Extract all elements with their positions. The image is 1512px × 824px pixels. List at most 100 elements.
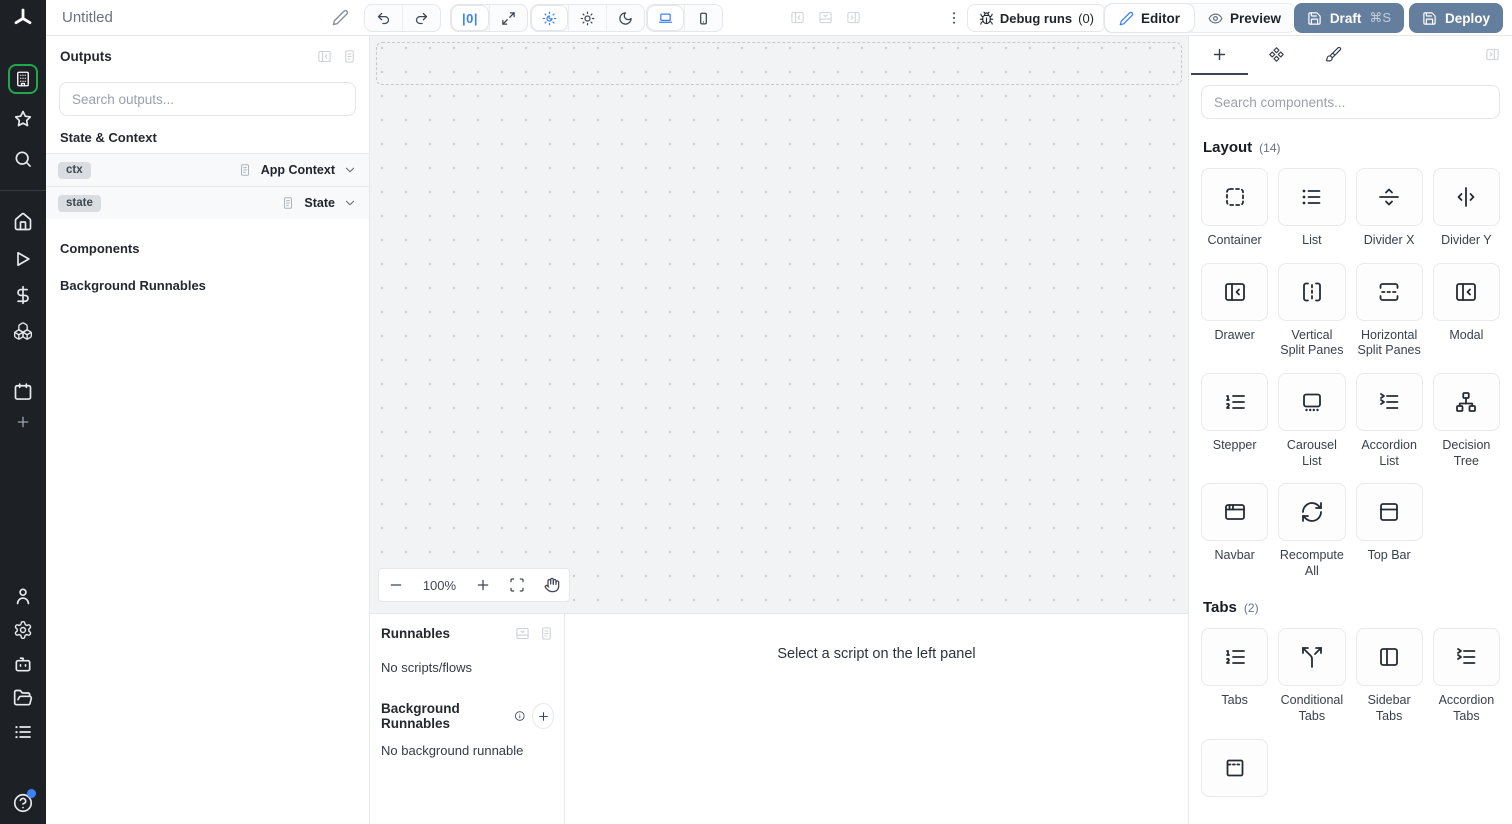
- redo-button[interactable]: [402, 5, 440, 31]
- component-tile-drawer[interactable]: Drawer: [1201, 262, 1269, 359]
- collapse-bottom-panel-icon[interactable]: [515, 626, 530, 641]
- plus-icon: [1211, 46, 1228, 63]
- draft-label: Draft: [1329, 10, 1362, 26]
- zoom-level: 100%: [422, 577, 457, 593]
- home-icon[interactable]: [13, 212, 33, 232]
- app-title: Untitled: [62, 9, 113, 26]
- workers-bot-icon[interactable]: [13, 654, 33, 674]
- divider-x-icon: [1377, 185, 1401, 209]
- component-tile-horizontal-split[interactable]: Horizontal Split Panes: [1355, 262, 1423, 359]
- draft-button[interactable]: Draft ⌘S: [1293, 3, 1404, 33]
- audit-list-icon[interactable]: [13, 722, 33, 742]
- zoom-in-plus-icon[interactable]: [475, 577, 491, 593]
- help-button[interactable]: [12, 789, 36, 814]
- desktop-view-button[interactable]: [647, 5, 684, 31]
- collapse-right-panel-icon[interactable]: [1485, 47, 1500, 62]
- component-tile-decision-tree[interactable]: Decision Tree: [1432, 372, 1500, 469]
- undo-button[interactable]: [365, 5, 402, 31]
- favorites-star-icon[interactable]: [13, 109, 33, 129]
- settings-gear-icon[interactable]: [13, 620, 33, 640]
- components-panel: Layout (14) Container List Divider X Div…: [1188, 36, 1512, 824]
- component-tile-list[interactable]: List: [1278, 168, 1346, 249]
- component-tile-accordion-tabs[interactable]: Accordion Tabs: [1432, 628, 1500, 724]
- tab-insert-component[interactable]: [1191, 36, 1248, 75]
- navbar-icon: [1223, 500, 1247, 524]
- sidebar-item-apps-active[interactable]: [8, 64, 38, 94]
- component-tile-sidebar-tabs[interactable]: Sidebar Tabs: [1355, 628, 1423, 724]
- app-canvas[interactable]: 100%: [370, 36, 1188, 613]
- tab-component-settings[interactable]: [1248, 36, 1305, 75]
- output-row-state[interactable]: state State: [46, 186, 369, 219]
- mobile-view-button[interactable]: [684, 5, 722, 31]
- component-tile-conditional-tabs[interactable]: Conditional Tabs: [1278, 628, 1346, 724]
- container-icon: [1223, 185, 1247, 209]
- resources-boxes-icon[interactable]: [13, 321, 33, 341]
- output-row-ctx[interactable]: ctx App Context: [46, 153, 369, 186]
- runnables-title: Runnables: [381, 626, 451, 641]
- sun-icon: [580, 11, 595, 26]
- toggle-bottom-panel-icon[interactable]: [818, 10, 833, 25]
- component-tile-partial[interactable]: [1201, 738, 1269, 797]
- toggle-left-panel-icon[interactable]: [790, 10, 805, 25]
- runnables-doc-icon[interactable]: [539, 626, 554, 641]
- workspace-sidebar: [0, 0, 46, 824]
- component-tile-tabs[interactable]: Tabs: [1201, 628, 1269, 724]
- theme-group: [530, 4, 645, 32]
- bottom-panel: Runnables No scripts/flows Background Ru…: [370, 613, 1188, 824]
- panel-toggle-group: [790, 10, 861, 25]
- component-tile-top-bar[interactable]: Top Bar: [1355, 483, 1423, 579]
- expand-icon: [501, 11, 516, 26]
- search-icon[interactable]: [13, 149, 33, 169]
- component-tile-accordion-list[interactable]: Accordion List: [1355, 372, 1423, 469]
- component-tile-navbar[interactable]: Navbar: [1201, 483, 1269, 579]
- theme-light-button[interactable]: [568, 5, 606, 31]
- recompute-refresh-icon: [1300, 500, 1324, 524]
- theme-dark-button[interactable]: [606, 5, 644, 31]
- zoom-reset-button[interactable]: |0|: [451, 5, 490, 31]
- outputs-doc-icon[interactable]: [342, 49, 357, 64]
- rename-pencil-icon[interactable]: [332, 9, 349, 26]
- debug-runs-button[interactable]: Debug runs (0): [966, 4, 1106, 32]
- preview-tab[interactable]: Preview: [1194, 4, 1295, 32]
- user-icon[interactable]: [13, 586, 33, 606]
- component-tile-stepper[interactable]: Stepper: [1201, 372, 1269, 469]
- plus-icon: [537, 710, 550, 723]
- add-background-runnable-button[interactable]: [532, 703, 554, 729]
- component-tile-recompute-all[interactable]: Recompute All: [1278, 483, 1346, 579]
- search-components-input[interactable]: [1201, 85, 1500, 119]
- sidebar-plus-icon[interactable]: [15, 414, 31, 430]
- search-outputs-input[interactable]: [59, 82, 356, 116]
- component-tile-modal[interactable]: Modal: [1432, 262, 1500, 359]
- zoom-out-minus-icon[interactable]: [388, 577, 404, 593]
- deploy-button[interactable]: Deploy: [1408, 3, 1503, 33]
- collapse-outputs-panel-icon[interactable]: [317, 49, 332, 64]
- component-tile-carousel-list[interactable]: Carousel List: [1278, 372, 1346, 469]
- editor-tab[interactable]: Editor: [1104, 4, 1194, 32]
- invisible-tabs-icon: [1223, 756, 1247, 780]
- moon-icon: [618, 11, 633, 26]
- component-tile-vertical-split[interactable]: Vertical Split Panes: [1278, 262, 1346, 359]
- device-group: [646, 4, 723, 32]
- windmill-logo-icon[interactable]: [11, 6, 35, 30]
- runs-play-icon[interactable]: [13, 249, 33, 269]
- divider-y-icon: [1454, 185, 1478, 209]
- fit-to-screen-icon[interactable]: [509, 577, 525, 593]
- tab-styling[interactable]: [1305, 36, 1362, 75]
- fullscreen-button[interactable]: [489, 5, 527, 31]
- component-tile-divider-x[interactable]: Divider X: [1355, 168, 1423, 249]
- more-menu-icon[interactable]: [946, 9, 962, 27]
- tabs-section-count: (2): [1243, 601, 1259, 616]
- toggle-right-panel-icon[interactable]: [846, 10, 861, 25]
- folders-icon[interactable]: [13, 688, 33, 708]
- drawer-icon: [1223, 280, 1247, 304]
- pan-hand-icon[interactable]: [544, 577, 560, 593]
- canvas-top-drop-zone[interactable]: [376, 42, 1182, 85]
- schedules-calendar-icon[interactable]: [13, 382, 33, 402]
- variables-dollar-icon[interactable]: [13, 285, 33, 305]
- component-tile-divider-y[interactable]: Divider Y: [1432, 168, 1500, 249]
- building-icon: [14, 70, 32, 88]
- theme-auto-button[interactable]: [531, 5, 568, 31]
- component-tile-container[interactable]: Container: [1201, 168, 1269, 249]
- list-icon: [1300, 185, 1324, 209]
- app-editor: Untitled |0| Debug runs (0) Editor Previ…: [0, 0, 1512, 824]
